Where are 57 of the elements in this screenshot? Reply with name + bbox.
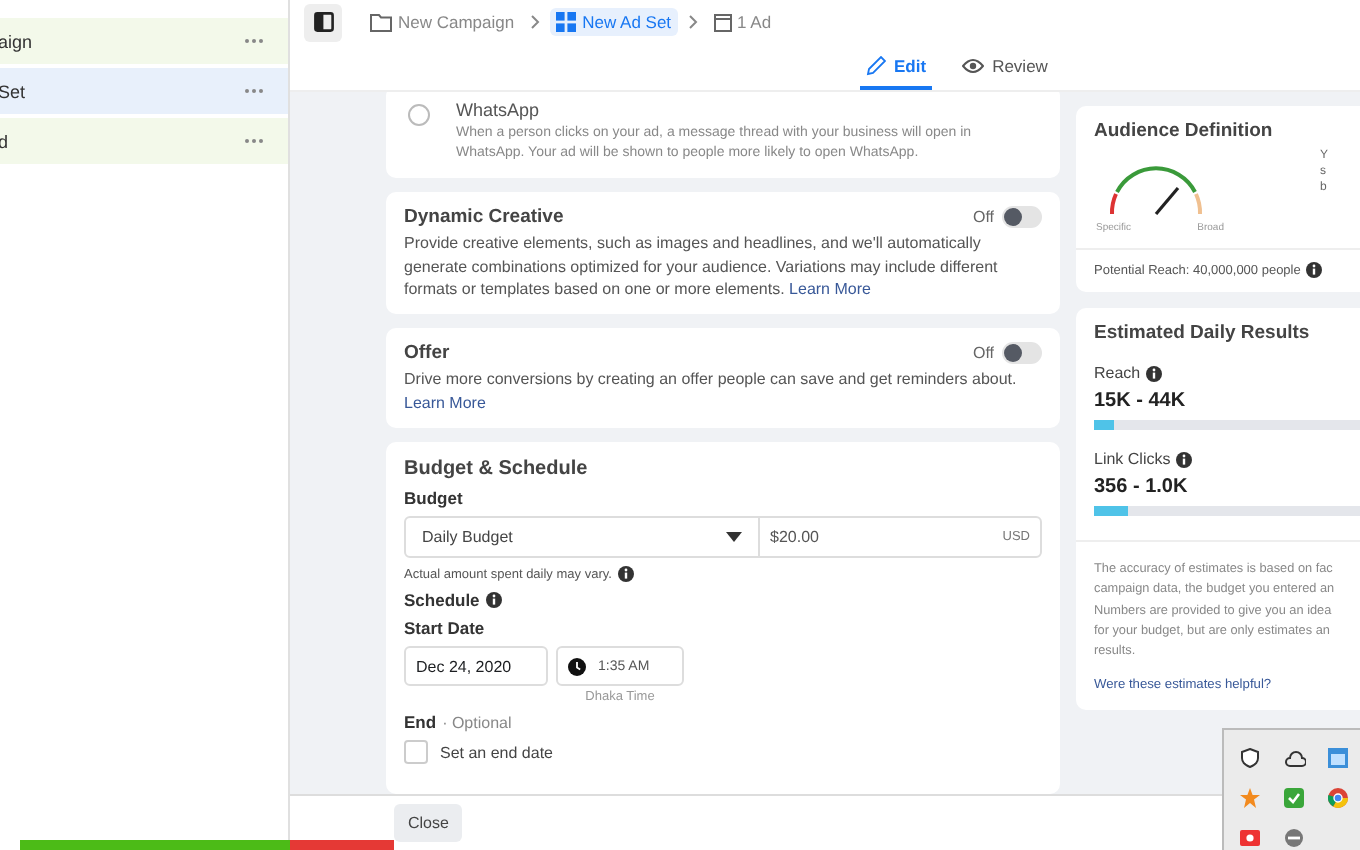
check-icon[interactable] [1284,788,1304,808]
toggle-label: Off [972,344,994,363]
star-icon[interactable] [1240,788,1260,808]
sidebar-toggle-button[interactable] [304,3,342,41]
info-icon[interactable] [617,566,634,583]
chevron-icon [687,14,698,30]
option-title: Dynamic Creative [404,206,564,229]
field-label: Budget [404,488,465,509]
metric-value: 15K - 44K [1094,390,1188,412]
field-label: Schedule [404,590,480,611]
metric-label: Link Clicks [1094,450,1171,468]
toggle-label: Off [972,208,994,227]
info-icon[interactable] [1176,451,1193,467]
toggle-switch[interactable] [1002,206,1042,229]
more-icon[interactable] [244,88,264,94]
camera-icon[interactable] [1240,830,1260,846]
folder-icon [370,13,392,31]
grid-icon [556,12,577,32]
shield-icon[interactable] [1240,748,1260,768]
eye-icon [962,57,985,73]
tab[interactable]: Review [956,44,1054,90]
learn-more-link[interactable]: Learn More [789,280,871,298]
browser-icon[interactable] [1328,788,1348,808]
chevron-icon [530,14,541,30]
more-icon[interactable] [244,38,264,44]
cloud-icon[interactable] [1283,749,1305,767]
panel-icon [313,12,333,32]
breadcrumb-link[interactable]: New Ad Set [550,8,678,36]
card-title: Audience Definition [1094,120,1275,142]
metric-value: 356 - 1.0K [1094,476,1190,498]
toggle-switch[interactable] [1002,342,1042,365]
optional-label: · Optional [442,713,512,732]
option-title: WhatsApp [456,100,542,120]
breadcrumb-link[interactable]: New Campaign [364,8,521,36]
card-title: Estimated Daily Results [1094,322,1312,344]
more-icon[interactable] [244,138,264,144]
checkbox-label: Set an end date [440,743,553,762]
date-field[interactable]: Dec 24, 2020 [404,646,548,687]
section-title: Budget & Schedule [404,458,590,481]
checkbox[interactable] [404,740,428,765]
option-description: Drive more conversions by creating an offer people can save and get reminders about. Learn More [404,368,1019,415]
ad-icon [713,13,732,31]
close-button[interactable]: Close [394,804,463,842]
field-label: End [404,712,437,733]
info-icon[interactable] [1306,262,1323,278]
info-icon[interactable] [485,592,502,609]
metric-label: Reach [1094,364,1141,382]
window-icon[interactable] [1328,748,1348,768]
field-label: Start Date [404,618,487,639]
learn-more-link[interactable]: Learn More [404,393,486,412]
pencil-icon [866,55,886,75]
radio-button[interactable] [408,104,430,126]
option-title: Offer [404,342,450,365]
option-description: Provide creative elements, such as images and headlines, and we'll automatically generate combinations optimized for your audience. Variations may include different formats or templates based on one or more elements. Learn More [404,232,1000,301]
info-icon[interactable] [1146,365,1163,381]
clock-icon [568,657,586,676]
breadcrumb-link[interactable]: 1 Ad [707,8,778,36]
